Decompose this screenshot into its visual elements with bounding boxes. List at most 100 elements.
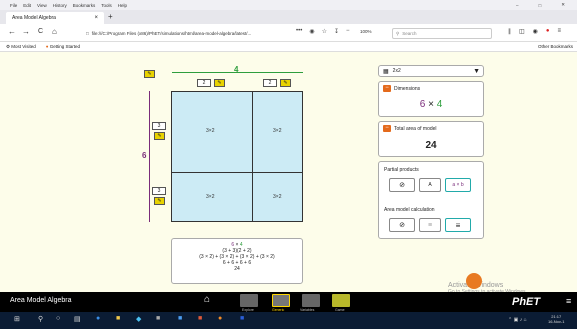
screen-explore-button[interactable] xyxy=(240,294,258,307)
cortana-icon[interactable]: ○ xyxy=(56,315,60,322)
shield-icon[interactable]: ◉ xyxy=(533,28,538,35)
lines-icon: ≡ xyxy=(427,221,433,229)
tray-icons[interactable]: ⌃ ▣ ♪ ⌂ xyxy=(508,317,527,323)
width-part-2-input[interactable]: 2 xyxy=(263,79,277,87)
height-part-1-input[interactable]: 3 xyxy=(152,122,166,130)
lines-bold-icon: ≡ xyxy=(455,220,461,230)
minimize-button[interactable]: – xyxy=(516,3,519,8)
partial-products-a-button[interactable]: A xyxy=(419,178,441,192)
clock[interactable]: 21:17 16-Nov-1 xyxy=(548,314,564,324)
pencil-icon[interactable]: ✎ xyxy=(214,79,225,87)
grid-size-select[interactable]: ▦ 2x2 ▼ xyxy=(378,65,484,77)
zoom-level[interactable]: 100% xyxy=(360,29,372,34)
screen-variables-button[interactable] xyxy=(302,294,320,307)
pencil-icon[interactable]: ✎ xyxy=(280,79,291,87)
width-part-1-input[interactable]: 2 xyxy=(197,79,211,87)
bookmark-most-visited[interactable]: ⚙ Most Visited xyxy=(6,44,36,50)
addon-icon[interactable]: ● xyxy=(546,28,550,35)
area-model-calc-title: Area model calculation xyxy=(384,207,435,213)
dimensions-header: − Dimensions xyxy=(383,85,420,92)
screen-generic-button[interactable] xyxy=(272,294,290,307)
reload-icon[interactable]: C xyxy=(38,28,43,35)
firefox-taskbar-icon[interactable]: ● xyxy=(218,315,222,322)
back-icon[interactable]: ← xyxy=(8,27,16,36)
height-part-2-input[interactable]: 3 xyxy=(152,187,166,195)
search-input[interactable]: ⚲ Search xyxy=(392,28,492,39)
total-area-header: − Total area of model xyxy=(383,125,437,132)
hamburger-menu-icon[interactable]: ≡ xyxy=(558,28,562,35)
search-icon[interactable]: ⚲ xyxy=(38,315,43,323)
home-screen-icon[interactable]: ⌂ xyxy=(204,294,210,305)
menu-help[interactable]: Help xyxy=(118,3,127,8)
clock-date: 16-Nov-1 xyxy=(548,319,565,324)
total-area-value: 24 xyxy=(425,140,437,151)
partial-product-cell: 3×2 xyxy=(206,128,215,134)
task-view-icon[interactable]: ▤ xyxy=(74,315,81,323)
partial-product-cell: 3×2 xyxy=(273,194,282,200)
collapse-icon[interactable]: − xyxy=(383,125,391,132)
menu-file[interactable]: File xyxy=(10,3,17,8)
file-explorer-icon[interactable]: ■ xyxy=(116,315,120,322)
close-window-button[interactable]: ✕ xyxy=(561,2,565,8)
menu-history[interactable]: History xyxy=(53,3,67,8)
total-area-panel: − Total area of model 24 xyxy=(378,121,484,157)
bookmark-most-visited-label: Most Visited xyxy=(11,43,36,49)
collapse-icon[interactable]: − xyxy=(383,85,391,92)
page-icon: □ xyxy=(86,31,89,36)
window-controls: – □ ✕ xyxy=(516,0,571,10)
browser-tab[interactable]: Area Model Algebra × xyxy=(6,12,104,24)
pencil-icon[interactable]: ✎ xyxy=(144,70,155,78)
pocket-icon[interactable]: ◉ xyxy=(309,28,314,35)
app-icon[interactable]: ■ xyxy=(198,315,202,322)
menu-edit[interactable]: Edit xyxy=(23,3,31,8)
area-model-grid[interactable] xyxy=(171,91,303,222)
menu-bookmarks[interactable]: Bookmarks xyxy=(73,3,96,8)
other-bookmarks[interactable]: Other Bookmarks xyxy=(538,44,573,49)
forward-icon[interactable]: → xyxy=(22,27,30,36)
maximize-button[interactable]: □ xyxy=(539,3,542,8)
download-icon[interactable]: ↧ xyxy=(334,28,339,35)
calc-line-by-line-button[interactable]: ≡ xyxy=(419,218,441,232)
phet-logo[interactable]: PhET xyxy=(512,296,540,308)
bookmarks-bar: ⚙ Most Visited ● Getting Started Other B… xyxy=(0,42,577,52)
total-area-title: Total area of model xyxy=(394,125,437,132)
dim-op: × xyxy=(428,99,434,110)
hide-calculation-button[interactable]: ⊘ xyxy=(389,218,415,232)
calculation-box: 6 × 4 (3 + 3)(2 + 2) (3 × 2) + (3 × 2) +… xyxy=(171,238,303,284)
home-icon[interactable]: ⌂ xyxy=(52,27,57,36)
menu-tools[interactable]: Tools xyxy=(101,3,112,8)
sim-menu-icon[interactable]: ≡ xyxy=(566,296,571,306)
new-tab-button[interactable]: + xyxy=(108,12,113,21)
eye-slash-icon: ⊘ xyxy=(399,182,405,189)
eye-slash-icon: ⊘ xyxy=(399,222,405,229)
height-total-label: 6 xyxy=(142,151,147,160)
zoom-out-icon[interactable]: − xyxy=(346,28,350,35)
phet-logo-circle-icon xyxy=(466,273,482,289)
bookmark-star-icon[interactable]: ☆ xyxy=(322,28,327,35)
more-actions-icon[interactable]: ••• xyxy=(296,28,302,35)
library-icon[interactable]: ∥ xyxy=(508,28,511,35)
word-icon[interactable]: ■ xyxy=(240,315,244,322)
pencil-icon[interactable]: ✎ xyxy=(154,132,165,140)
dim-width: 4 xyxy=(436,99,443,110)
app-icon[interactable]: ◆ xyxy=(136,315,141,323)
pencil-icon[interactable]: ✎ xyxy=(154,197,165,205)
tab-close-icon[interactable]: × xyxy=(94,15,98,21)
partial-products-axb-button[interactable]: a × b xyxy=(445,178,471,192)
windows-start-icon[interactable]: ⊞ xyxy=(14,315,20,323)
screen-game-button[interactable] xyxy=(332,294,350,307)
store-icon[interactable]: ■ xyxy=(156,315,160,322)
grid-icon: ▦ xyxy=(383,68,389,75)
width-total-label: 4 xyxy=(234,65,239,74)
url-bar[interactable]: □ file:///C:/Program Files (x86)/PhET/si… xyxy=(84,28,294,39)
hide-partial-products-button[interactable]: ⊘ xyxy=(389,178,415,192)
partial-product-cell: 3×2 xyxy=(273,128,282,134)
menu-view[interactable]: View xyxy=(37,3,47,8)
dimensions-title: Dimensions xyxy=(394,85,421,92)
sidebar-icon[interactable]: ◫ xyxy=(519,28,525,35)
calc-all-lines-button[interactable]: ≡ xyxy=(445,218,471,232)
bookmark-getting-started[interactable]: ● Getting Started xyxy=(46,44,80,49)
app-icon[interactable]: ■ xyxy=(178,315,182,322)
bookmark-getting-started-label: Getting Started xyxy=(49,44,80,49)
edge-icon[interactable]: ● xyxy=(96,315,100,322)
